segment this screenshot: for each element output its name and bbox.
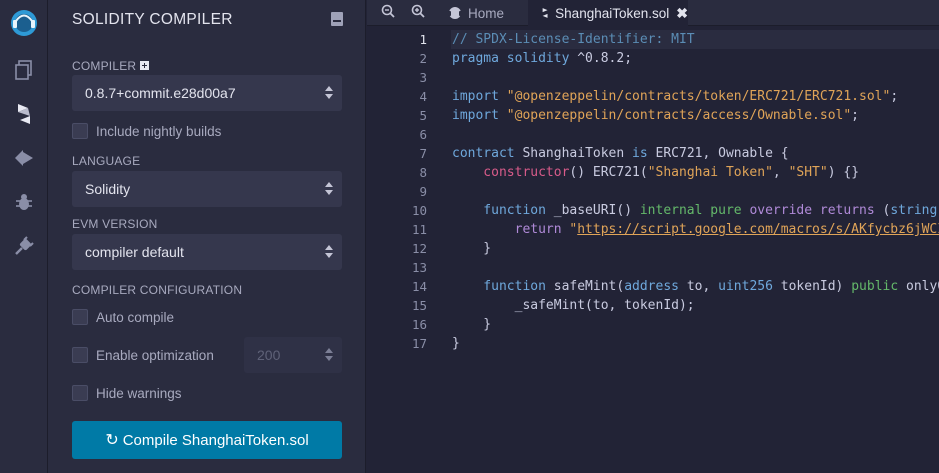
code-line: _safeMint(to, tokenId); bbox=[452, 298, 695, 313]
documentation-icon[interactable] bbox=[331, 12, 343, 26]
line-number: 13 bbox=[411, 260, 427, 275]
line-number: 16 bbox=[411, 317, 427, 332]
select-arrows-icon bbox=[325, 86, 333, 100]
code-line: pragma solidity ^0.8.2; bbox=[452, 51, 633, 66]
line-number: 12 bbox=[411, 241, 427, 256]
line-number: 11 bbox=[411, 222, 427, 237]
remix-home-icon bbox=[448, 7, 462, 19]
select-arrows-icon bbox=[325, 245, 333, 259]
optimization-checkbox[interactable] bbox=[72, 347, 88, 363]
code-line: import "@openzeppelin/contracts/token/ER… bbox=[452, 89, 899, 104]
auto-compile-row[interactable]: Auto compile bbox=[72, 308, 174, 326]
code-line: // SPDX-License-Identifier: MIT bbox=[452, 32, 695, 47]
solidity-file-icon bbox=[542, 8, 548, 18]
evm-version-value: compiler default bbox=[85, 244, 184, 260]
line-number: 7 bbox=[419, 146, 427, 161]
line-number: 2 bbox=[419, 51, 427, 66]
language-label: LANGUAGE bbox=[72, 154, 141, 168]
code-line: import "@openzeppelin/contracts/access/O… bbox=[452, 108, 859, 123]
code-line: contract ShanghaiToken is ERC721, Ownabl… bbox=[452, 146, 789, 161]
nightly-builds-row[interactable]: Include nightly builds bbox=[72, 122, 221, 140]
code-line: constructor() ERC721("Shanghai Token", "… bbox=[452, 165, 860, 180]
compiler-version-select[interactable]: 0.8.7+commit.e28d00a7 bbox=[72, 75, 342, 111]
line-number: 3 bbox=[419, 70, 427, 85]
runs-stepper-icon bbox=[325, 348, 333, 362]
tab-file-label: ShanghaiToken.sol bbox=[555, 5, 670, 21]
hide-warnings-label: Hide warnings bbox=[96, 385, 182, 401]
evm-version-label: EVM VERSION bbox=[72, 217, 158, 231]
auto-compile-label: Auto compile bbox=[96, 309, 175, 325]
refresh-icon: ↻ bbox=[105, 432, 119, 449]
panel-title: SOLIDITY COMPILER bbox=[72, 11, 233, 28]
line-number: 1 bbox=[419, 32, 427, 47]
compiler-version-value: 0.8.7+commit.e28d00a7 bbox=[85, 85, 236, 101]
code-line: return "https://script.google.com/macros… bbox=[452, 222, 939, 237]
optimization-label: Enable optimization bbox=[96, 347, 214, 363]
code-line: function _baseURI() internal pure overri… bbox=[452, 203, 938, 218]
code-line: } bbox=[452, 336, 460, 351]
line-number: 14 bbox=[411, 279, 427, 294]
hide-warnings-row[interactable]: Hide warnings bbox=[72, 384, 182, 402]
line-number: 5 bbox=[419, 108, 427, 123]
nightly-builds-checkbox[interactable] bbox=[72, 123, 88, 139]
tab-shanghaitoken[interactable]: ShanghaiToken.sol ✖ bbox=[528, 0, 688, 26]
compiler-label-row: COMPILER bbox=[72, 59, 150, 73]
remix-logo-icon[interactable] bbox=[0, 2, 48, 44]
compiler-config-label: COMPILER CONFIGURATION bbox=[72, 283, 243, 297]
line-number-gutter: 1 2 3 4 5 6 7 8 9 10 11 12 13 14 15 16 1… bbox=[367, 30, 427, 353]
code-line: } bbox=[452, 317, 492, 332]
compile-button-label: Compile ShanghaiToken.sol bbox=[122, 431, 309, 449]
line-number: 8 bbox=[419, 165, 427, 180]
line-number: 9 bbox=[419, 184, 427, 199]
compile-button[interactable]: ↻ Compile ShanghaiToken.sol bbox=[72, 421, 342, 459]
optimization-runs-input[interactable]: 200 bbox=[244, 337, 342, 373]
debugger-icon[interactable] bbox=[0, 180, 48, 224]
language-value: Solidity bbox=[85, 181, 131, 197]
line-number: 17 bbox=[411, 336, 427, 351]
add-compiler-icon[interactable] bbox=[140, 61, 150, 70]
optimization-row[interactable]: Enable optimization bbox=[72, 346, 214, 364]
code-line: function safeMint(address to, uint256 to… bbox=[452, 279, 939, 294]
deploy-run-icon[interactable] bbox=[0, 136, 48, 180]
language-select[interactable]: Solidity bbox=[72, 171, 342, 207]
auto-compile-checkbox[interactable] bbox=[72, 309, 88, 325]
hide-warnings-checkbox[interactable] bbox=[72, 385, 88, 401]
code-content: // SPDX-License-Identifier: MIT pragma so… bbox=[452, 30, 939, 353]
line-number: 15 bbox=[411, 298, 427, 313]
close-tab-icon[interactable]: ✖ bbox=[676, 5, 688, 22]
evm-version-select[interactable]: compiler default bbox=[72, 234, 342, 270]
line-number: 4 bbox=[419, 89, 427, 104]
solidity-compiler-panel: SOLIDITY COMPILER COMPILER 0.8.7+commit.… bbox=[48, 0, 366, 473]
compiler-label: COMPILER bbox=[72, 59, 137, 73]
zoom-out-icon[interactable] bbox=[381, 4, 399, 22]
tab-home[interactable]: Home bbox=[441, 0, 527, 26]
line-number: 10 bbox=[411, 203, 427, 218]
file-explorer-icon[interactable] bbox=[0, 48, 48, 92]
icon-rail bbox=[0, 0, 48, 473]
code-line: } bbox=[452, 241, 492, 256]
select-arrows-icon bbox=[325, 182, 333, 196]
runs-value: 200 bbox=[257, 347, 281, 363]
tab-home-label: Home bbox=[468, 5, 505, 21]
line-number: 6 bbox=[419, 127, 427, 142]
solidity-compiler-icon[interactable] bbox=[0, 92, 48, 136]
zoom-in-icon[interactable] bbox=[411, 4, 429, 22]
nightly-builds-label: Include nightly builds bbox=[96, 123, 222, 139]
editor-tab-bar: Home ShanghaiToken.sol ✖ bbox=[367, 0, 939, 26]
plugin-manager-icon[interactable] bbox=[0, 224, 48, 268]
code-editor[interactable]: 1 2 3 4 5 6 7 8 9 10 11 12 13 14 15 16 1… bbox=[367, 27, 939, 473]
